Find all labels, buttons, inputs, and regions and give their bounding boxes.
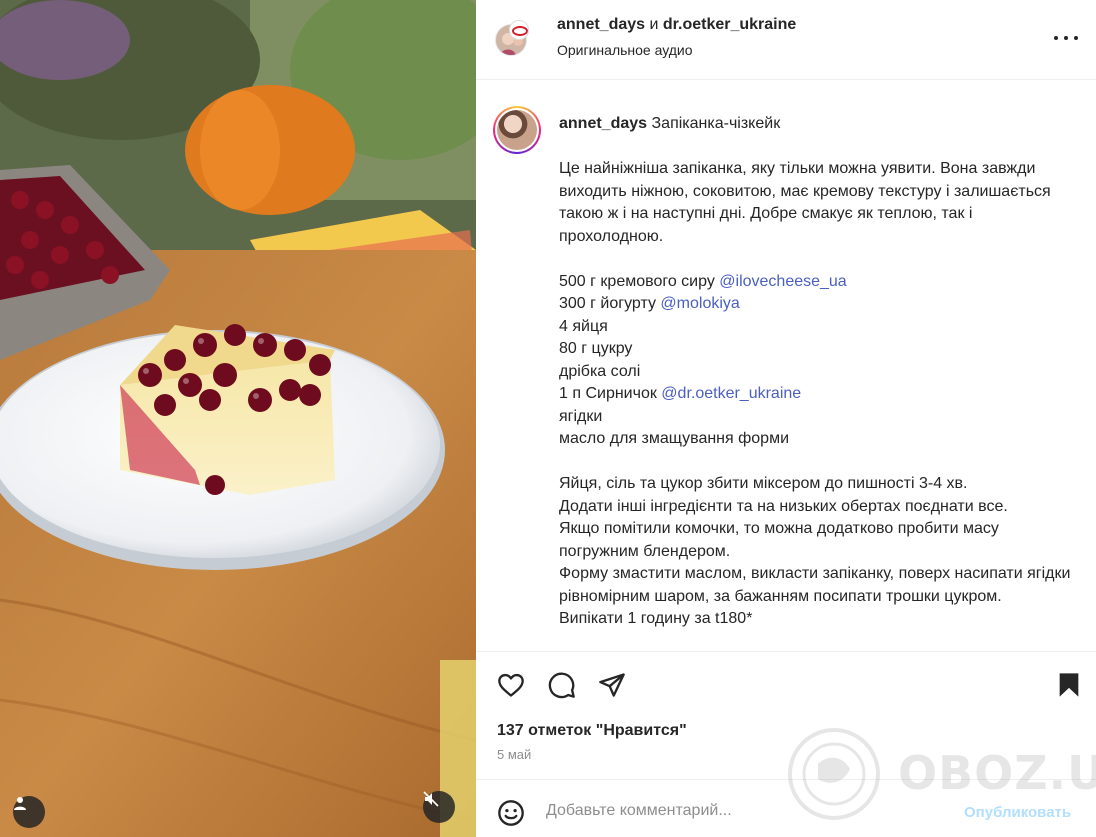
ingredients-list: 500 г кремового сиру @ilovecheese_ua 300… xyxy=(559,271,1079,451)
comment-icon[interactable] xyxy=(548,671,576,699)
caption-scroll-area[interactable]: annet_days Запіканка-чізкейк Це найніжні… xyxy=(476,81,1096,651)
comment-bar: Опубликовать xyxy=(476,779,1096,837)
paper-plane-icon[interactable] xyxy=(598,671,626,699)
ingredient-line: 1 п Сирничок @dr.oetker_ukraine xyxy=(559,385,802,402)
ingredient-line: 4 яйця xyxy=(559,317,608,335)
muted-speaker-icon xyxy=(423,791,439,807)
author-secondary-link[interactable]: dr.oetker_ukraine xyxy=(663,16,796,33)
ingredient-line: ягідки xyxy=(559,407,603,425)
audio-label[interactable]: Оригинальное аудио xyxy=(557,42,693,58)
bookmark-icon[interactable] xyxy=(1055,671,1083,699)
ingredient-line: 300 г йогурту @molokiya xyxy=(559,295,740,312)
ingredient-line: дрібка солі xyxy=(559,362,641,380)
mention-link[interactable]: @ilovecheese_ua xyxy=(719,273,846,290)
user-icon xyxy=(14,797,26,810)
step-line: Випікати 1 годину за t180* xyxy=(559,610,753,627)
emoji-icon[interactable] xyxy=(497,799,525,827)
mute-toggle-button[interactable] xyxy=(423,791,455,823)
more-horizontal-icon xyxy=(1054,36,1058,40)
post-actions: 137 отметок "Нравится" 5 май xyxy=(476,651,1096,779)
food-photo xyxy=(0,0,476,837)
post-side-panel: annet_days и dr.oetker_ukraine Оригиналь… xyxy=(476,0,1096,837)
caption-avatar[interactable] xyxy=(493,106,541,154)
tagged-users-button[interactable] xyxy=(13,796,45,828)
mention-link[interactable]: @dr.oetker_ukraine xyxy=(661,385,801,402)
caption-username[interactable]: annet_days xyxy=(559,115,647,132)
coauthor-avatar[interactable] xyxy=(509,20,529,40)
caption-intro: Це найніжніша запіканка, яку тільки можн… xyxy=(559,160,1051,245)
ingredient-line: 80 г цукру xyxy=(559,340,633,357)
avatar-photo xyxy=(497,110,537,150)
step-line: Якщо помітили комочки, то можна додатков… xyxy=(559,520,999,560)
more-options-button[interactable] xyxy=(1054,30,1078,46)
author-primary-link[interactable]: annet_days xyxy=(557,16,645,33)
comment-input[interactable] xyxy=(546,796,946,826)
likes-count[interactable]: 137 отметок "Нравится" xyxy=(497,722,687,740)
heart-icon[interactable] xyxy=(497,671,525,699)
step-line: Додати інші інгредієнти та на низьких об… xyxy=(559,497,1008,515)
post-header: annet_days и dr.oetker_ukraine Оригиналь… xyxy=(476,0,1096,80)
author-separator: и xyxy=(649,16,659,33)
caption-text: annet_days Запіканка-чізкейк Це найніжні… xyxy=(559,113,1079,631)
ingredient-line: масло для змащування форми xyxy=(559,430,790,447)
ingredient-line: 500 г кремового сиру @ilovecheese_ua xyxy=(559,272,847,290)
steps-list: Яйця, сіль та цукор збити міксером до пи… xyxy=(559,473,1079,631)
post-authors: annet_days и dr.oetker_ukraine xyxy=(557,16,796,34)
post-date[interactable]: 5 май xyxy=(497,747,531,762)
post-media[interactable] xyxy=(0,0,476,837)
step-line: Яйця, сіль та цукор збити міксером до пи… xyxy=(559,475,968,492)
caption-title: Запіканка-чізкейк xyxy=(651,115,781,132)
mention-link[interactable]: @molokiya xyxy=(660,295,739,312)
step-line: Форму змастити маслом, викласти запіканк… xyxy=(559,565,1071,605)
publish-button[interactable]: Опубликовать xyxy=(964,804,1071,821)
